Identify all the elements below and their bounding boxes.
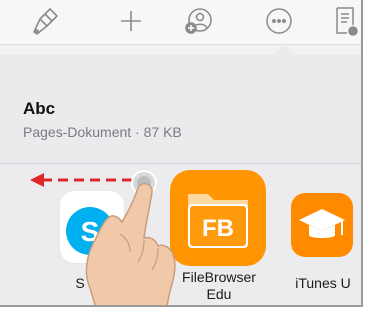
app-itunes-u[interactable] bbox=[291, 193, 353, 257]
graduation-cap-icon bbox=[299, 209, 345, 238]
document-info: Abc Pages-Dokument · 87 KB bbox=[0, 55, 361, 164]
add-person-icon[interactable] bbox=[180, 5, 216, 37]
more-icon[interactable] bbox=[261, 5, 297, 37]
paintbrush-icon[interactable] bbox=[28, 5, 64, 37]
hand-pointer-icon bbox=[85, 170, 176, 305]
document-meta: Pages-Dokument · 87 KB bbox=[23, 124, 182, 140]
fb-badge: FB bbox=[202, 215, 234, 242]
document-view-icon[interactable] bbox=[329, 5, 361, 37]
document-title: Abc bbox=[23, 99, 56, 118]
toolbar bbox=[0, 0, 361, 45]
share-sheet: Abc Pages-Dokument · 87 KB S S FB FileBr… bbox=[0, 0, 363, 307]
plus-icon[interactable] bbox=[113, 5, 149, 37]
app-itunes-label: iTunes U bbox=[295, 275, 351, 291]
